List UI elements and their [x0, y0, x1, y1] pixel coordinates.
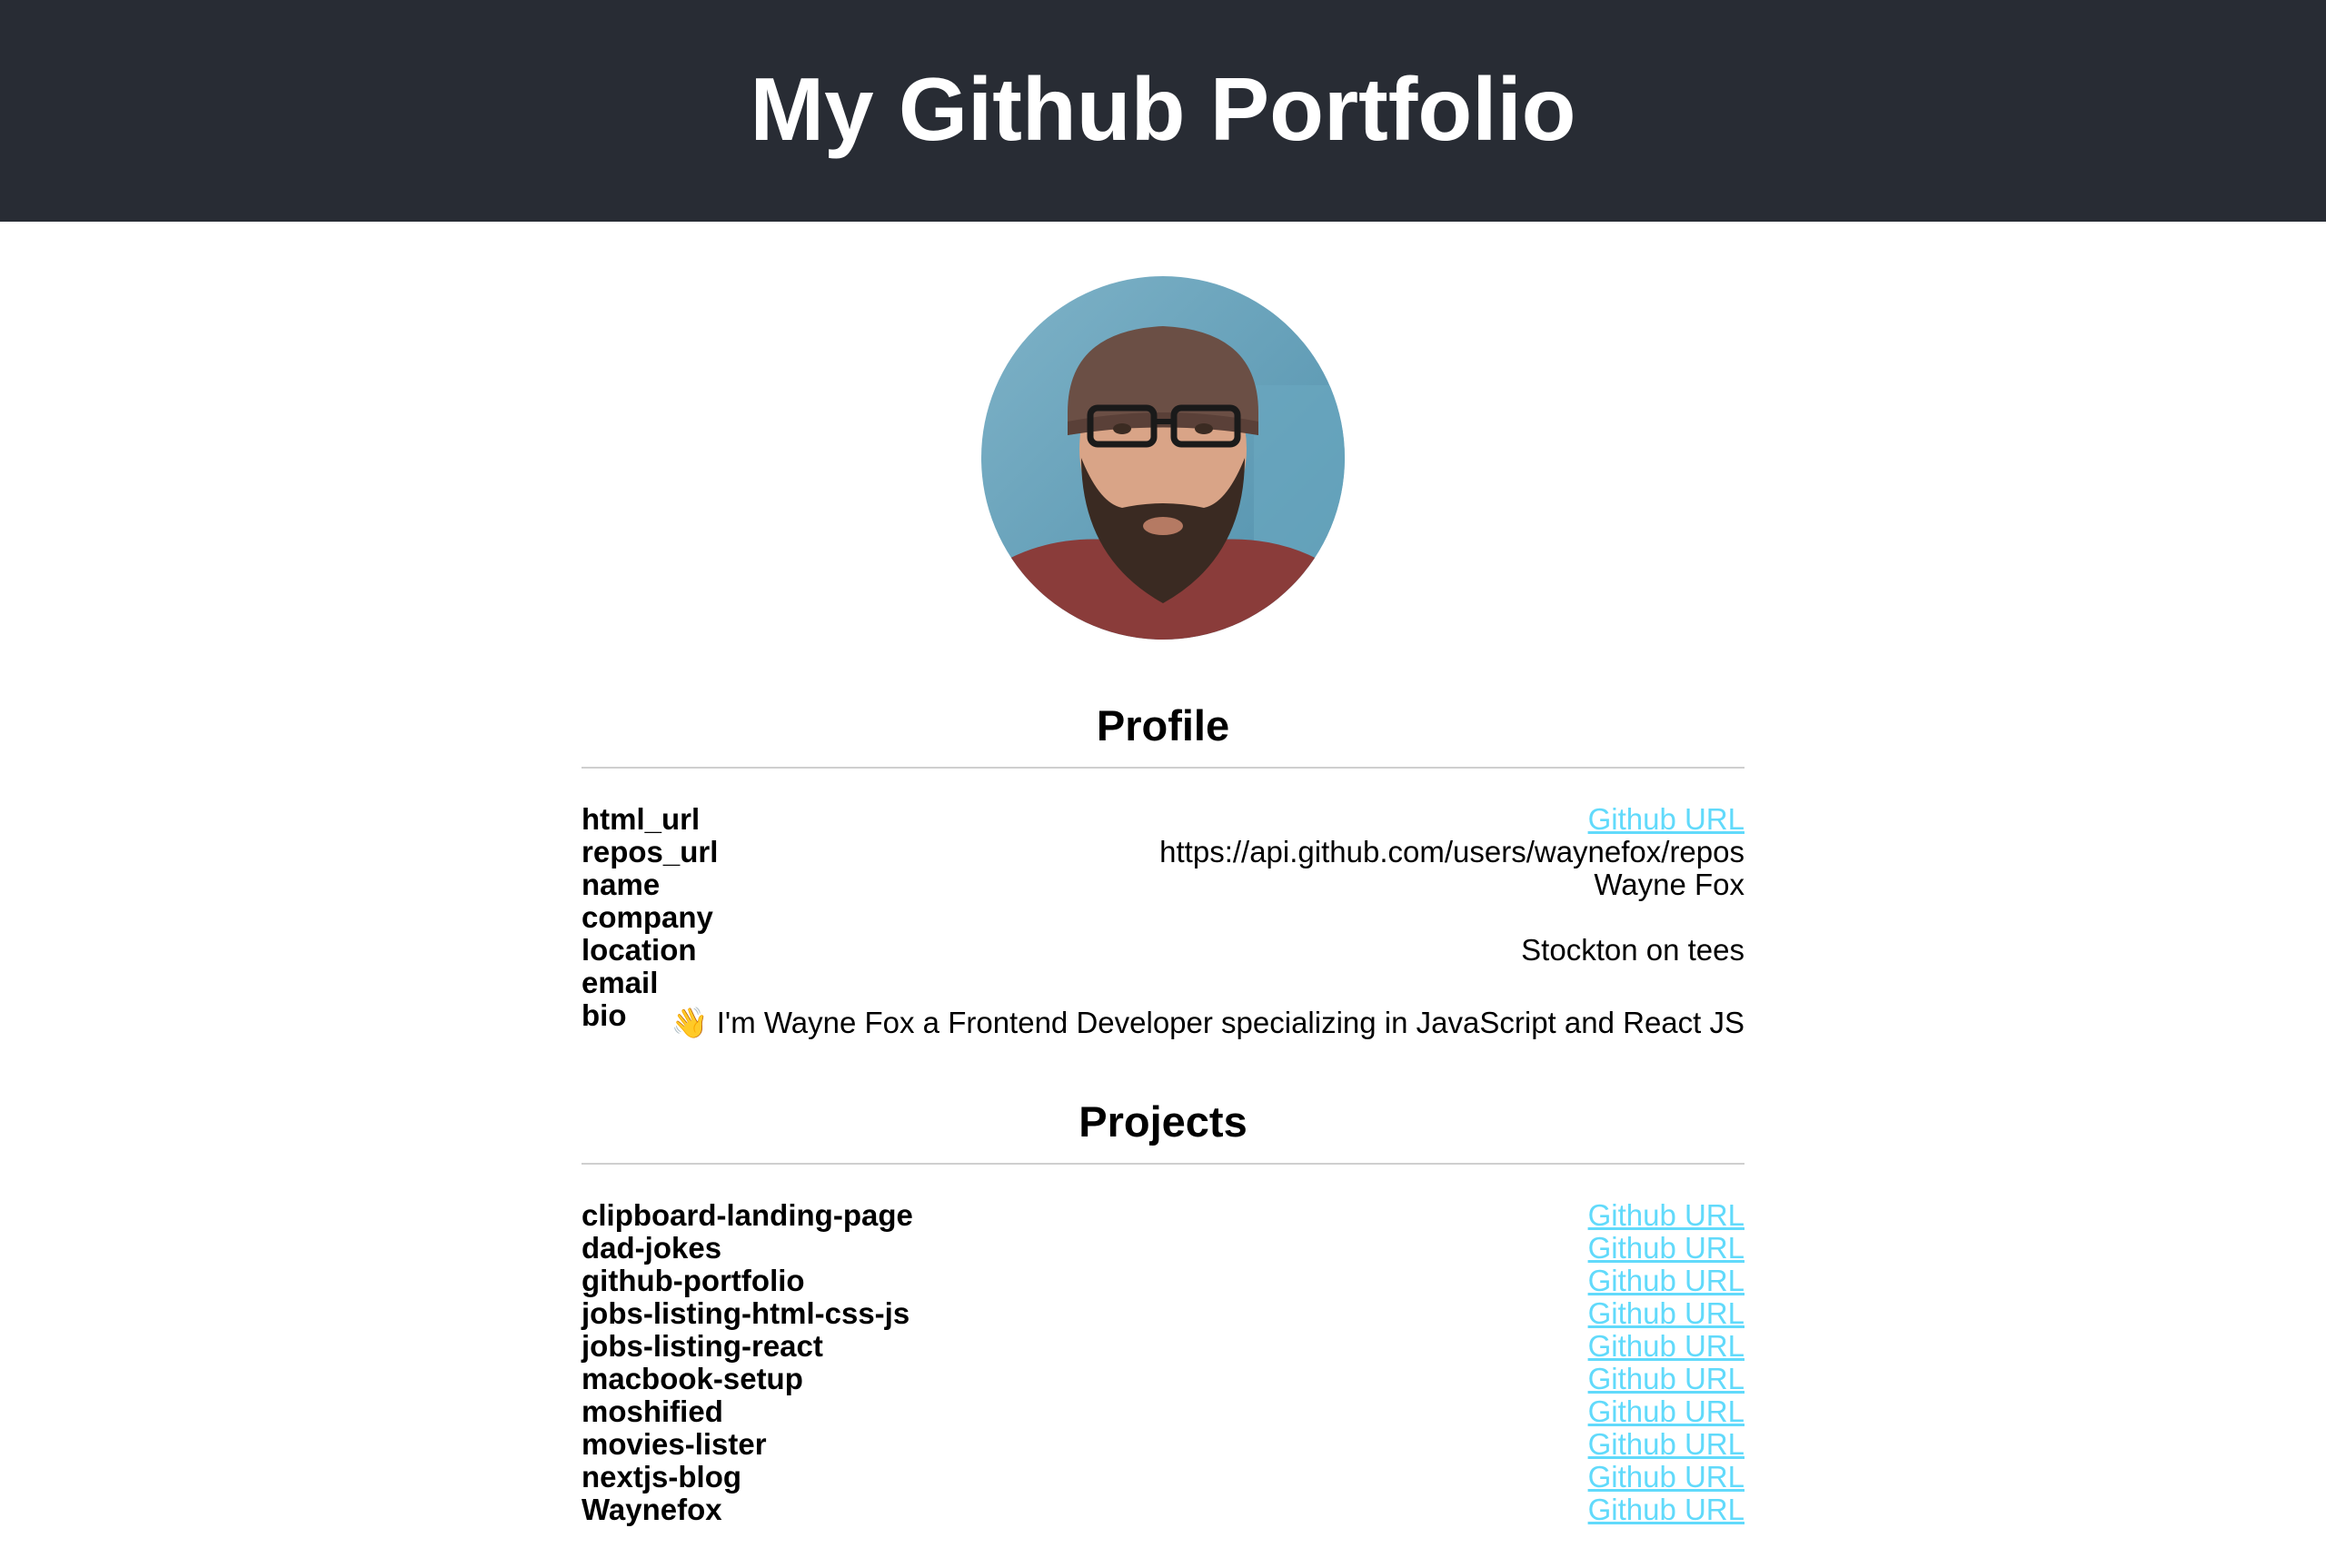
- profile-key: bio: [582, 998, 627, 1032]
- projects-heading: Projects: [1079, 1097, 1247, 1146]
- project-name: clipboard-landing-page: [582, 1198, 913, 1232]
- project-github-link[interactable]: Github URL: [1588, 1199, 1744, 1232]
- profile-row-email: email: [582, 967, 1744, 999]
- profile-heading: Profile: [1096, 701, 1230, 749]
- profile-value: https://api.github.com/users/waynefox/re…: [1159, 835, 1744, 868]
- list-item: nextjs-blog Github URL: [582, 1461, 1744, 1494]
- projects-list: clipboard-landing-page Github URL dad-jo…: [582, 1165, 1744, 1526]
- list-item: moshified Github URL: [582, 1395, 1744, 1428]
- profile-row-company: company: [582, 901, 1744, 934]
- project-name: Waynefox: [582, 1493, 722, 1526]
- project-github-link[interactable]: Github URL: [1588, 1395, 1744, 1428]
- profile-row-html-url: html_url Github URL: [582, 803, 1744, 836]
- profile-key: html_url: [582, 802, 701, 836]
- project-github-link[interactable]: Github URL: [1588, 1494, 1744, 1526]
- profile-key: location: [582, 933, 697, 967]
- list-item: movies-lister Github URL: [582, 1428, 1744, 1461]
- list-item: dad-jokes Github URL: [582, 1232, 1744, 1265]
- project-github-link[interactable]: Github URL: [1588, 1461, 1744, 1494]
- project-github-link[interactable]: Github URL: [1588, 1265, 1744, 1297]
- profile-value: Wayne Fox: [1594, 868, 1744, 901]
- page-header: My Github Portfolio: [0, 0, 2326, 222]
- list-item: clipboard-landing-page Github URL: [582, 1199, 1744, 1232]
- profile-table: html_url Github URL repos_url https://ap…: [582, 769, 1744, 1039]
- project-github-link[interactable]: Github URL: [1588, 1363, 1744, 1395]
- list-item: Waynefox Github URL: [582, 1494, 1744, 1526]
- list-item: github-portfolio Github URL: [582, 1265, 1744, 1297]
- main-content: Profile html_url Github URL repos_url ht…: [582, 700, 1744, 1526]
- project-name: moshified: [582, 1394, 723, 1428]
- github-url-link[interactable]: Github URL: [1588, 803, 1744, 836]
- avatar-photo: [981, 276, 1345, 640]
- project-name: github-portfolio: [582, 1264, 805, 1297]
- project-github-link[interactable]: Github URL: [1588, 1297, 1744, 1330]
- project-name: macbook-setup: [582, 1362, 803, 1395]
- profile-row-location: location Stockton on tees: [582, 934, 1744, 967]
- profile-key: company: [582, 900, 713, 934]
- project-github-link[interactable]: Github URL: [1588, 1428, 1744, 1461]
- profile-row-repos-url: repos_url https://api.github.com/users/w…: [582, 836, 1744, 868]
- profile-key: email: [582, 966, 659, 999]
- project-github-link[interactable]: Github URL: [1588, 1330, 1744, 1363]
- profile-row-bio: bio 👋 I'm Wayne Fox a Frontend Developer…: [582, 999, 1744, 1039]
- list-item: jobs-listing-html-css-js Github URL: [582, 1297, 1744, 1330]
- profile-row-name: name Wayne Fox: [582, 868, 1744, 901]
- project-name: jobs-listing-react: [582, 1329, 823, 1363]
- list-item: macbook-setup Github URL: [582, 1363, 1744, 1395]
- projects-section: Projects clipboard-landing-page Github U…: [582, 1096, 1744, 1526]
- profile-bio-value: 👋 I'm Wayne Fox a Frontend Developer spe…: [671, 1006, 1744, 1039]
- list-item: jobs-listing-react Github URL: [582, 1330, 1744, 1363]
- profile-key: name: [582, 868, 661, 901]
- project-name: dad-jokes: [582, 1231, 722, 1265]
- project-github-link[interactable]: Github URL: [1588, 1232, 1744, 1265]
- page-title: My Github Portfolio: [750, 59, 1576, 159]
- project-name: jobs-listing-html-css-js: [582, 1296, 910, 1330]
- profile-key: repos_url: [582, 835, 719, 868]
- project-name: movies-lister: [582, 1427, 767, 1461]
- profile-value: Stockton on tees: [1521, 933, 1744, 967]
- avatar: [981, 276, 1345, 640]
- project-name: nextjs-blog: [582, 1460, 742, 1494]
